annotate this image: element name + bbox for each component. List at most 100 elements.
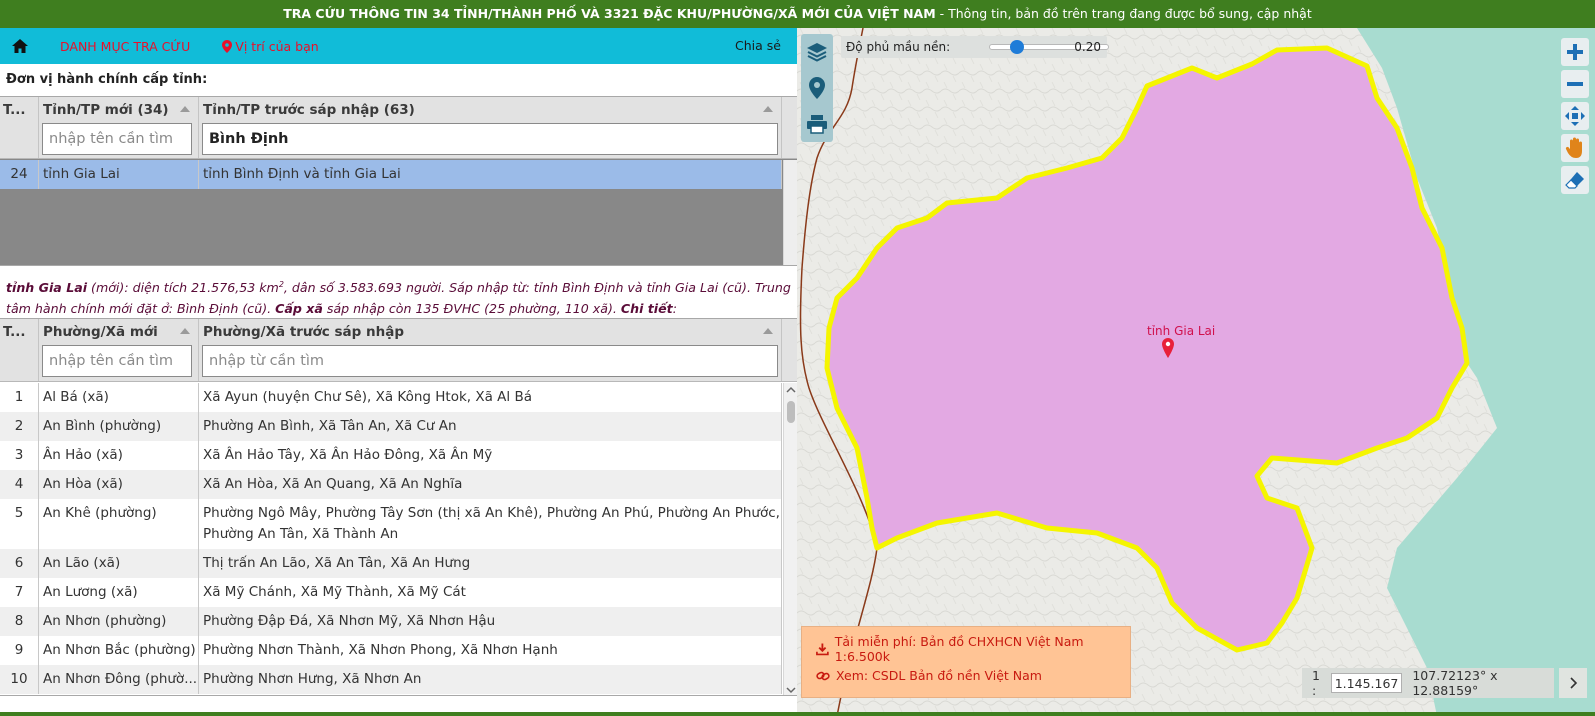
- table-row[interactable]: 7 An Lương (xã) Xã Mỹ Chánh, Xã Mỹ Thành…: [0, 578, 782, 607]
- share-link[interactable]: Chia sẻ: [735, 38, 781, 53]
- col-new-ward-label: Phường/Xã mới: [43, 324, 158, 340]
- col-header-new-ward[interactable]: Phường/Xã mới: [39, 319, 199, 381]
- footer-bar: [0, 712, 1595, 716]
- sort-asc-icon: [763, 106, 773, 112]
- row-num: 4: [0, 470, 39, 499]
- zoom-out-button[interactable]: [1561, 70, 1589, 98]
- map-right-toolbar: [1561, 38, 1589, 198]
- col-header-num[interactable]: T...: [0, 319, 39, 381]
- scrollbar-thumb[interactable]: [787, 401, 795, 423]
- row-old-wards: Xã Ân Hảo Tây, Xã Ân Hảo Đông, Xã Ân Mỹ: [199, 441, 782, 470]
- row-num: 10: [0, 665, 39, 694]
- zoom-in-icon: [1567, 44, 1583, 60]
- print-icon: [807, 115, 827, 134]
- table-row[interactable]: 10 An Nhơn Đông (phườ... Phường Nhơn Hưn…: [0, 665, 782, 694]
- cursor-coordinates: 107.72123° x 12.88159°: [1412, 668, 1498, 698]
- banner-title: TRA CỨU THÔNG TIN 34 TỈNH/THÀNH PHỐ VÀ 3…: [283, 6, 936, 21]
- table-row[interactable]: 3 Ân Hảo (xã) Xã Ân Hảo Tây, Xã Ân Hảo Đ…: [0, 441, 782, 470]
- col-header-old-ward[interactable]: Phường/Xã trước sáp nhập: [199, 319, 782, 381]
- table-row[interactable]: 24 tỉnh Gia Lai tỉnh Bình Định và tỉnh G…: [0, 160, 782, 189]
- table-row[interactable]: 6 An Lão (xã) Thị trấn An Lão, Xã An Tân…: [0, 549, 782, 578]
- zoom-extent-button[interactable]: [1561, 102, 1589, 130]
- collapse-button[interactable]: [1559, 668, 1587, 698]
- row-new-ward: Ân Hảo (xã): [39, 441, 199, 470]
- print-button[interactable]: [805, 112, 829, 136]
- download-icon: [816, 643, 829, 655]
- ward-grid-header: T... Phường/Xã mới Phường/Xã trước sáp n…: [0, 319, 797, 382]
- my-location-link[interactable]: Vị trí của bạn: [222, 38, 319, 54]
- row-num: 1: [0, 383, 39, 412]
- row-old-province: tỉnh Bình Định và tỉnh Gia Lai: [199, 160, 782, 189]
- row-new-ward: An Nhơn Bắc (phường): [39, 636, 199, 665]
- map-marker-icon: [222, 39, 233, 53]
- col-header-num[interactable]: T...: [0, 97, 39, 158]
- pan-hand-icon: [1565, 137, 1582, 158]
- layers-button[interactable]: [805, 40, 829, 64]
- province-grid: T... Tỉnh/TP mới (34) Tỉnh/TP trước sáp …: [0, 96, 797, 266]
- download-map-label: Tải miễn phí: Bản đồ CHXHCN Việt Nam 1:6…: [834, 633, 1084, 664]
- old-ward-search-input[interactable]: [202, 345, 778, 377]
- ward-grid: T... Phường/Xã mới Phường/Xã trước sáp n…: [0, 318, 797, 696]
- layers-icon: [807, 43, 827, 62]
- my-location-label: Vị trí của bạn: [235, 38, 319, 54]
- col-header-new-province[interactable]: Tỉnh/TP mới (34): [39, 97, 199, 158]
- row-new-ward: An Bình (phường): [39, 412, 199, 441]
- row-new-ward: An Nhơn (phường): [39, 607, 199, 636]
- map-view[interactable]: Độ phủ mầu nền: 0.20 tỉnh Gia Lai Tải mi…: [797, 28, 1595, 716]
- row-new-ward: Al Bá (xã): [39, 383, 199, 412]
- nav-bar: DANH MỤC TRA CỨU Vị trí của bạn Chia sẻ: [0, 28, 797, 64]
- table-row[interactable]: 8 An Nhơn (phường) Phường Đập Đá, Xã Nhơ…: [0, 607, 782, 636]
- zoom-in-button[interactable]: [1561, 38, 1589, 66]
- home-button[interactable]: [0, 39, 40, 53]
- row-num: 9: [0, 636, 39, 665]
- pan-button[interactable]: [1561, 134, 1589, 162]
- col-header-old-province[interactable]: Tỉnh/TP trước sáp nhập (63): [199, 97, 782, 158]
- scale-coords-bar: 1 : 1.145.167 107.72123° x 12.88159°: [1302, 668, 1554, 698]
- catalog-menu-link[interactable]: DANH MỤC TRA CỨU: [60, 39, 190, 54]
- header-scroll-spacer: [782, 319, 797, 381]
- col-new-province-label: Tỉnh/TP mới (34): [43, 102, 169, 118]
- row-old-wards: Phường An Bình, Xã Tân An, Xã Cư An: [199, 412, 782, 441]
- clear-button[interactable]: [1561, 166, 1589, 194]
- zoom-out-icon: [1567, 82, 1583, 86]
- row-old-wards: Xã Mỹ Chánh, Xã Mỹ Thành, Xã Mỹ Cát: [199, 578, 782, 607]
- info-colon: :: [672, 301, 677, 317]
- province-info: tỉnh Gia Lai (mới): diện tích 21.576,53 …: [0, 271, 797, 322]
- map-marker-icon: [809, 77, 825, 99]
- view-basemap-link[interactable]: Xem: CSDL Bản đồ nền Việt Nam: [816, 662, 1116, 689]
- province-grid-scrollbar[interactable]: [783, 160, 797, 265]
- new-province-search-input[interactable]: [42, 123, 192, 155]
- opacity-label: Độ phủ mầu nền:: [846, 40, 951, 54]
- info-text-3: sáp nhập còn 135 ĐVHC (25 phường, 110 xã…: [322, 301, 621, 317]
- row-new-ward: An Nhơn Đông (phườ...: [39, 665, 199, 694]
- table-row[interactable]: 4 An Hòa (xã) Xã An Hòa, Xã An Quang, Xã…: [0, 470, 782, 499]
- new-ward-search-input[interactable]: [42, 345, 192, 377]
- col-num-label: T...: [3, 102, 26, 118]
- header-scroll-spacer: [782, 97, 797, 158]
- zoom-extent-icon: [1565, 106, 1585, 126]
- download-map-link[interactable]: Tải miễn phí: Bản đồ CHXHCN Việt Nam 1:6…: [816, 633, 1116, 664]
- row-num: 5: [0, 499, 39, 549]
- map-canvas[interactable]: [797, 28, 1595, 716]
- info-details-link[interactable]: Chi tiết: [621, 301, 673, 316]
- info-cap-xa: Cấp xã: [275, 301, 323, 317]
- old-province-search-input[interactable]: [202, 123, 778, 155]
- scale-input[interactable]: 1.145.167: [1330, 673, 1403, 693]
- scroll-down-icon: [786, 687, 796, 694]
- marker-button[interactable]: [805, 76, 829, 100]
- table-row[interactable]: 2 An Bình (phường) Phường An Bình, Xã Tâ…: [0, 412, 782, 441]
- table-row[interactable]: 5 An Khê (phường) Phường Ngô Mây, Phường…: [0, 499, 782, 549]
- row-new-ward: An Hòa (xã): [39, 470, 199, 499]
- ward-grid-scrollbar[interactable]: [783, 383, 797, 695]
- banner-subtitle: - Thông tin, bản đồ trên trang đang được…: [935, 6, 1312, 21]
- base-opacity-control: Độ phủ mầu nền: 0.20: [841, 36, 1109, 58]
- info-province-name: tỉnh Gia Lai: [6, 280, 88, 296]
- row-new-province: tỉnh Gia Lai: [39, 160, 199, 189]
- table-row[interactable]: 9 An Nhơn Bắc (phường) Phường Nhơn Thành…: [0, 636, 782, 665]
- map-marker-icon[interactable]: [1162, 338, 1174, 358]
- info-text-1: (mới): diện tích 21.576,53 km: [87, 280, 279, 296]
- scroll-up-icon: [786, 386, 796, 393]
- opacity-slider-handle[interactable]: [1010, 40, 1025, 54]
- row-old-wards: Phường Nhơn Hưng, Xã Nhơn An: [199, 665, 782, 694]
- table-row[interactable]: 1 Al Bá (xã) Xã Ayun (huyện Chư Sê), Xã …: [0, 383, 782, 412]
